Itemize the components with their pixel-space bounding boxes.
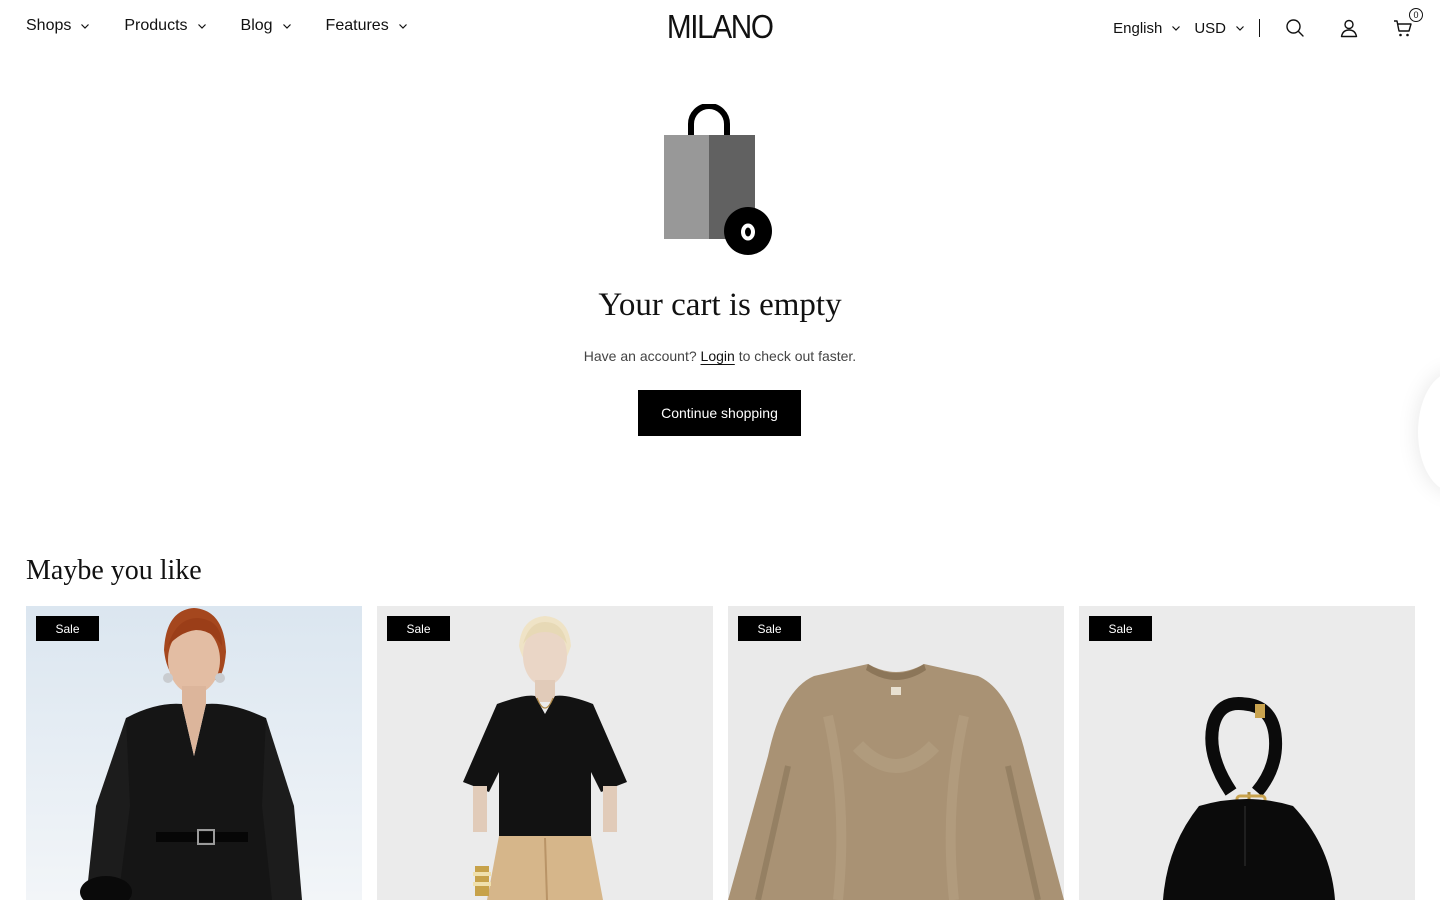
account-button[interactable] bbox=[1338, 17, 1360, 39]
sale-badge: Sale bbox=[1089, 616, 1152, 641]
subtitle-text-after: to check out faster. bbox=[738, 348, 857, 364]
currency-selector[interactable]: USD bbox=[1194, 20, 1245, 37]
shopping-bag-icon bbox=[664, 104, 772, 255]
currency-value: USD bbox=[1194, 19, 1226, 37]
product-grid: Sale Sale Sale Sale bbox=[26, 606, 1415, 900]
empty-cart-subtitle: Have an account? Login to check out fast… bbox=[0, 348, 1440, 364]
product-card[interactable]: Sale bbox=[1079, 606, 1415, 900]
product-image bbox=[1079, 606, 1415, 900]
recommendations-title: Maybe you like bbox=[26, 555, 202, 586]
account-icon bbox=[1340, 19, 1358, 38]
side-floating-tab[interactable] bbox=[1418, 372, 1440, 492]
cart-count-badge: 0 bbox=[1409, 8, 1423, 22]
search-button[interactable] bbox=[1284, 17, 1306, 39]
product-card[interactable]: Sale bbox=[728, 606, 1064, 900]
product-card[interactable]: Sale bbox=[377, 606, 713, 900]
sale-badge: Sale bbox=[36, 616, 99, 641]
product-card[interactable]: Sale bbox=[26, 606, 362, 900]
sale-badge: Sale bbox=[387, 616, 450, 641]
language-selector[interactable]: English bbox=[1113, 20, 1181, 37]
chevron-down-icon bbox=[1172, 26, 1181, 31]
brand-logo-text: MILANO bbox=[667, 8, 774, 45]
product-image bbox=[728, 606, 1064, 900]
continue-shopping-button[interactable]: Continue shopping bbox=[638, 390, 801, 436]
empty-cart-title: Your cart is empty bbox=[598, 287, 842, 323]
sale-badge: Sale bbox=[738, 616, 801, 641]
header-actions: English USD 0 bbox=[1113, 8, 1423, 42]
product-image bbox=[377, 606, 713, 900]
language-value: English bbox=[1113, 19, 1163, 37]
subtitle-text-before: Have an account? bbox=[583, 348, 697, 364]
cart-button[interactable]: 0 bbox=[1392, 8, 1423, 39]
product-image bbox=[26, 606, 362, 900]
search-icon bbox=[1286, 19, 1304, 37]
cart-icon bbox=[1394, 20, 1412, 37]
chevron-down-icon bbox=[1236, 26, 1244, 31]
header-divider bbox=[1259, 19, 1260, 37]
site-header: Shops Products Blog Features MILANO Engl… bbox=[0, 0, 1440, 56]
login-link[interactable]: Login bbox=[701, 348, 735, 364]
